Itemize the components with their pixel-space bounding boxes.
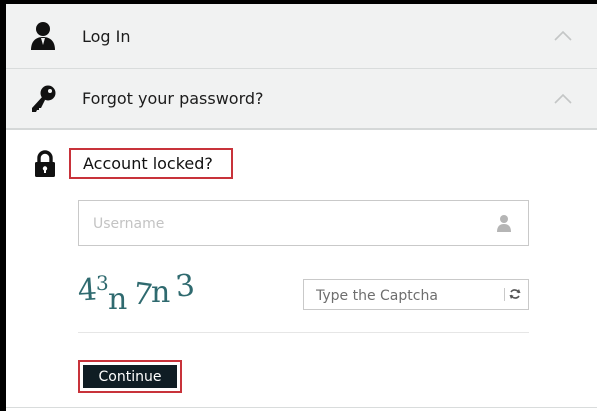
- svg-text:3: 3: [96, 271, 109, 295]
- captcha-text: 43n7n3: [78, 264, 82, 265]
- section-title-account-locked: Account locked?: [69, 148, 233, 179]
- user-icon: [497, 215, 511, 232]
- chevron-up-icon[interactable]: [553, 93, 573, 105]
- username-input[interactable]: [79, 201, 495, 247]
- captcha-input[interactable]: [304, 280, 508, 311]
- accordion-header-login[interactable]: Log In: [6, 4, 597, 69]
- bottom-divider: [6, 407, 597, 408]
- accordion-header-forgot-password[interactable]: Forgot your password?: [6, 69, 597, 130]
- username-field[interactable]: [78, 200, 529, 247]
- continue-button[interactable]: Continue: [78, 360, 182, 393]
- refresh-icon[interactable]: [508, 287, 522, 301]
- key-icon: [32, 85, 56, 112]
- svg-text:n: n: [151, 275, 170, 310]
- svg-text:n: n: [108, 282, 127, 317]
- captcha-field[interactable]: [303, 279, 529, 311]
- svg-text:3: 3: [174, 268, 197, 305]
- lock-icon: [35, 150, 55, 177]
- captcha-image: 4 3 n 7 n 3 43n7n3: [78, 264, 197, 317]
- chevron-up-icon[interactable]: [553, 30, 573, 42]
- field-separator: [504, 288, 505, 301]
- user-icon: [31, 22, 55, 50]
- accordion-title-login: Log In: [82, 26, 131, 46]
- accordion-title-forgot-password: Forgot your password?: [82, 89, 264, 108]
- continue-button-label: Continue: [83, 365, 177, 388]
- form-divider: [78, 332, 529, 333]
